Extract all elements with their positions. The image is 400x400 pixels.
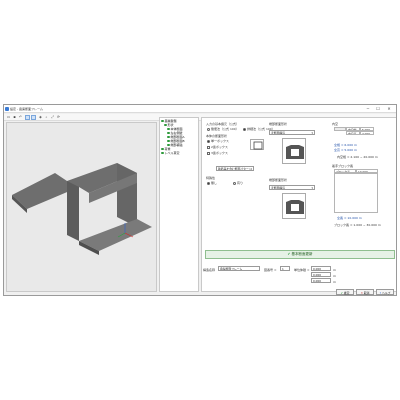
section-option-none[interactable]: 無し xyxy=(207,181,217,185)
culvert-3d-model xyxy=(12,163,152,255)
block-grid-body xyxy=(334,173,378,213)
radio-selected-icon xyxy=(207,181,210,185)
structure-name-label: 構造名称 xyxy=(203,268,216,272)
minimize-button[interactable]: ─ xyxy=(364,106,372,112)
status-dot-icon xyxy=(161,119,164,123)
status-dot-icon xyxy=(161,151,164,155)
shape-option-triple[interactable]: 3連ボックス xyxy=(207,151,228,155)
checkbox-icon xyxy=(207,145,210,149)
folder-icon[interactable]: ▭ xyxy=(6,115,11,120)
dims-label: 内空 xyxy=(332,122,339,126)
section-label: 特殊性 xyxy=(206,176,216,180)
end-a-select[interactable]: 変断面構造 xyxy=(269,130,315,135)
unit-label-1: m xyxy=(333,268,336,272)
end-b-select[interactable]: 変断面構造 xyxy=(269,185,315,190)
shape-option-single[interactable]: 単一ボックス xyxy=(207,139,229,143)
cancel-button[interactable]: ✕ 取消 xyxy=(356,289,374,295)
radio-selected-icon xyxy=(207,139,210,143)
value-3-input[interactable]: 0.000 xyxy=(311,278,331,283)
status-dot-icon xyxy=(167,143,170,147)
status-dot-icon xyxy=(167,131,170,135)
radio-icon xyxy=(207,127,210,131)
help-icon: ? xyxy=(379,291,382,295)
structure-name-input[interactable]: 函渠断面フレーム xyxy=(218,266,260,271)
radio-icon xyxy=(233,181,236,185)
shape-pattern-select[interactable]: 鉄筋等を含む断面パターン xyxy=(216,166,254,171)
check-icon: ✔ xyxy=(287,252,291,256)
checkbox-icon xyxy=(207,151,210,155)
end-b-label: 端部断面形状 xyxy=(269,178,288,182)
view-front-icon[interactable] xyxy=(25,115,30,120)
undo-icon[interactable]: ↶ xyxy=(18,115,23,120)
unit-weight-label: 単位体積 = xyxy=(294,268,310,272)
unit-label-2: m xyxy=(333,274,336,278)
close-button[interactable]: ✕ xyxy=(385,106,393,112)
view-3d-icon[interactable]: ◈ xyxy=(38,115,43,120)
maximize-button[interactable]: ☐ xyxy=(374,106,382,112)
fit-icon[interactable]: ⤢ xyxy=(50,115,55,120)
dims-width-total: 全幅 = 6.000 m xyxy=(334,143,357,147)
status-dot-icon xyxy=(164,123,167,127)
dims-grid-height-value[interactable]: 4.000 xyxy=(360,131,374,135)
block-label: 着手ブロック長 xyxy=(332,164,354,168)
status-dot-icon xyxy=(167,127,170,131)
block-total: 全長 = 10.000 m xyxy=(337,216,362,220)
zoom-icon[interactable]: ⌕ xyxy=(44,115,49,120)
cross-icon: ✕ xyxy=(360,291,363,295)
status-dot-icon xyxy=(167,135,170,139)
unit-label-3: m xyxy=(333,280,336,284)
input-method-option-simple[interactable]: 簡便法（公式 100） xyxy=(207,127,239,131)
status-dot-icon xyxy=(167,139,170,143)
save-icon[interactable]: ▪ xyxy=(12,115,17,120)
app-icon xyxy=(5,107,9,111)
end-a-label: 端部断面形状 xyxy=(269,122,288,126)
ok-button[interactable]: ✔ 確定 xyxy=(336,289,354,295)
shape-preview-image xyxy=(250,139,264,150)
3d-viewport[interactable] xyxy=(6,122,157,292)
navigation-tree: 基本条件 形状 本体断面 左右側壁 端部断面A 端部断面B 端部補強 荷重 レベ… xyxy=(159,117,199,292)
dims-grid-height-header: 内空高 xyxy=(346,131,360,135)
block-range-note: ブロック長 = 1.000 ~ 30.000 m xyxy=(334,223,381,227)
window-title: 設定 - 函渠断面フレーム xyxy=(10,107,43,111)
title-bar: 設定 - 函渠断面フレーム ─ ☐ ✕ xyxy=(4,105,396,113)
shape-label: 本体の断面形状 xyxy=(206,134,228,138)
app-window: 設定 - 函渠断面フレーム ─ ☐ ✕ ▭ ▪ ↶ ◈ ⌕ ⤢ ⟳ 基本条件 形… xyxy=(3,104,397,296)
count-input[interactable]: 1 xyxy=(280,266,290,271)
shape-option-double[interactable]: 2連ボックス xyxy=(207,145,228,149)
section-option-yes[interactable]: 有り xyxy=(233,181,243,185)
rotate-icon[interactable]: ⟳ xyxy=(56,115,61,120)
check-icon: ✔ xyxy=(340,291,343,295)
value-2-input[interactable]: 0.000 xyxy=(311,272,331,277)
input-method-label: 入力の基本諸元（公式） xyxy=(206,122,240,126)
radio-selected-icon xyxy=(243,127,246,131)
dims-range-note: 内空幅 = 2.100 ~ 20.000 m xyxy=(337,155,378,159)
dims-height-total: 全高 = 5.000 m xyxy=(334,148,357,152)
dims-grid-corner xyxy=(334,127,346,131)
status-dot-icon xyxy=(161,147,164,151)
help-button[interactable]: ? ヘルプ xyxy=(376,289,394,295)
end-b-preview-image xyxy=(282,193,306,219)
unit-weight-input[interactable]: 0.000 xyxy=(311,266,331,271)
tree-item-level[interactable]: レベル算定 xyxy=(161,151,180,155)
count-label: 図番号 = xyxy=(264,268,277,272)
update-section-button[interactable]: ✔ 基本断面更新 xyxy=(205,250,395,259)
end-a-preview-image xyxy=(282,138,306,164)
view-side-icon[interactable] xyxy=(31,115,36,120)
